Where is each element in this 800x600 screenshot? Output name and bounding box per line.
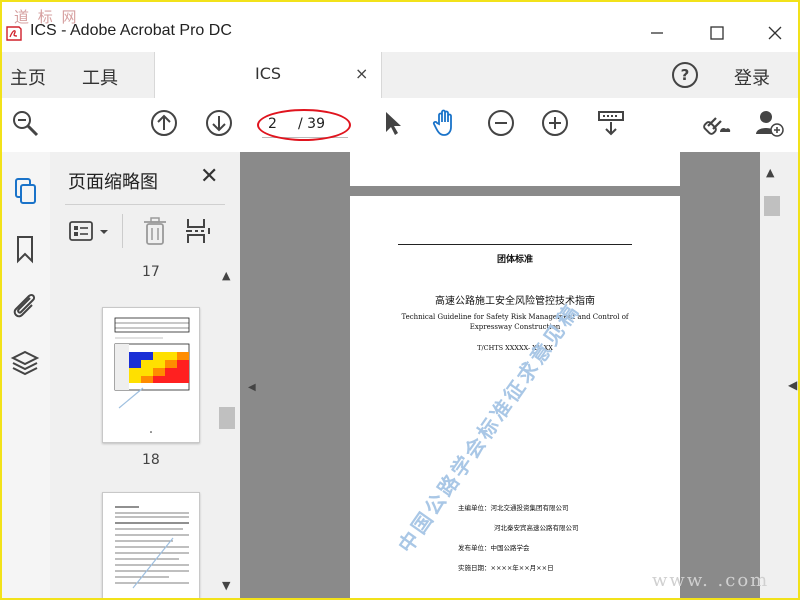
help-icon[interactable]: ?: [672, 62, 698, 88]
minimize-icon: [651, 32, 663, 34]
scrollbar-thumb[interactable]: [764, 196, 780, 216]
scrollbar-thumb[interactable]: [219, 407, 235, 429]
share-link-icon[interactable]: [702, 108, 732, 138]
thumbnail-page-number: 17: [142, 264, 160, 280]
close-window-button[interactable]: [760, 20, 790, 46]
standard-code: T/CHTS XXXXX- XX XX: [477, 344, 553, 352]
select-cursor-icon[interactable]: [378, 108, 408, 138]
editor-unit: 主编单位：河北交通投资集团有限公司: [458, 504, 569, 512]
hand-tool-icon[interactable]: [430, 108, 460, 138]
scroll-down-arrow-icon[interactable]: ▼: [222, 579, 230, 592]
title-english-1: Technical Guideline for Safety Risk Mana…: [401, 313, 629, 321]
close-icon: [768, 26, 782, 40]
maximize-icon: [710, 26, 724, 40]
tab-close-button[interactable]: ×: [355, 64, 368, 83]
thumbnail-options-icon[interactable]: [68, 218, 114, 246]
document-page-2: 团体标准 高速公路施工安全风险管控技术指南 Technical Guidelin…: [350, 196, 680, 598]
watermark-bottom: www. .com: [652, 570, 770, 591]
split-page-icon[interactable]: [184, 216, 214, 246]
effective-date: 实施日期：××××年××月××日: [458, 564, 554, 572]
left-navigation-rail: [2, 152, 51, 598]
page-thumbnails-panel: 页面缩略图 ✕ 17 18 ▲ ▼: [50, 152, 241, 598]
login-button[interactable]: 登录: [734, 64, 770, 90]
standard-type: 团体标准: [496, 255, 533, 265]
thumbnail-page-number: 18: [142, 452, 160, 468]
panel-title: 页面缩略图: [68, 172, 158, 193]
thumbnail-page-18[interactable]: [102, 492, 200, 598]
previous-page-icon[interactable]: [149, 108, 179, 138]
bookmark-icon[interactable]: [10, 234, 40, 264]
document-page-1: [350, 152, 680, 186]
scroll-up-arrow-icon[interactable]: ▲: [766, 166, 774, 179]
thumbnail-preview: [115, 506, 189, 589]
scroll-mode-icon[interactable]: [596, 108, 626, 138]
zoom-out-icon[interactable]: [486, 108, 516, 138]
next-page-icon[interactable]: [204, 108, 234, 138]
acrobat-window: 道 标 网 ICS - Adobe Acrobat Pro DC 主页 工具 I…: [0, 0, 800, 600]
publisher: 发布单位：中国公路学会: [458, 544, 530, 552]
thumbnail-page-17[interactable]: [102, 307, 200, 443]
menu-bar: 主页 工具 ICS × ? 登录: [2, 52, 798, 99]
tab-ics[interactable]: ICS ×: [154, 52, 382, 98]
layers-icon[interactable]: [10, 348, 40, 378]
title-english-2: Expressway Construction: [469, 323, 561, 331]
thumbnail-preview: [114, 317, 190, 433]
title-chinese: 高速公路施工安全风险管控技术指南: [435, 296, 595, 307]
delete-page-icon[interactable]: [142, 216, 168, 246]
panel-close-button[interactable]: ✕: [200, 164, 218, 189]
menu-home[interactable]: 主页: [10, 64, 46, 90]
title-bar: 道 标 网 ICS - Adobe Acrobat Pro DC: [2, 2, 798, 52]
window-title: ICS - Adobe Acrobat Pro DC: [30, 22, 232, 39]
collapse-panel-left-icon[interactable]: ◀: [248, 382, 256, 393]
menu-tools[interactable]: 工具: [82, 64, 118, 90]
scroll-up-arrow-icon[interactable]: ▲: [222, 269, 230, 282]
annotation-red-circle: [257, 109, 351, 141]
add-user-icon[interactable]: [754, 108, 784, 138]
zoom-in-icon[interactable]: [540, 108, 570, 138]
document-scrollbar[interactable]: ▲: [760, 152, 784, 598]
minimize-button[interactable]: [642, 20, 672, 46]
thumbnails-scrollbar[interactable]: ▲ ▼: [218, 267, 236, 595]
toolbar: 2 / 39: [2, 98, 798, 153]
zoom-search-icon[interactable]: [10, 108, 40, 138]
tab-label: ICS: [255, 64, 282, 83]
expand-right-panel-icon[interactable]: ◀: [788, 378, 797, 392]
toolbar-divider: [122, 214, 123, 248]
divider: [65, 204, 225, 205]
attachment-icon[interactable]: [10, 290, 40, 320]
maximize-button[interactable]: [702, 20, 732, 46]
editor-unit-2: 河北秦安宾高速公路有限公司: [494, 524, 579, 532]
right-side-panel: ▲ ◀: [760, 152, 798, 598]
watermark-text: 中国公路学会标准征求意见稿: [393, 298, 585, 558]
page-thumbnails-icon[interactable]: [10, 176, 40, 206]
